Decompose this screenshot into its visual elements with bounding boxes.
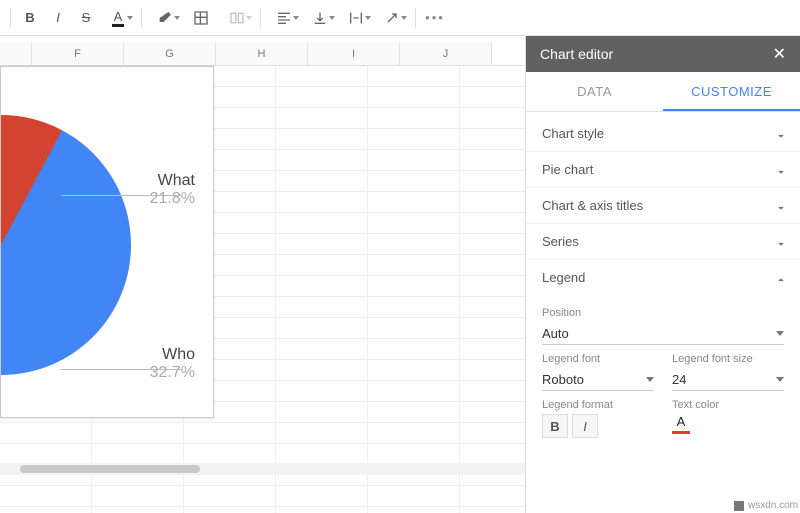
sidebar-header: Chart editor ✕ [526, 36, 800, 72]
scrollbar-thumb[interactable] [20, 465, 200, 473]
merge-cells-button[interactable] [220, 5, 254, 31]
chevron-down-icon [774, 129, 784, 139]
text-color-button[interactable]: A [101, 5, 135, 31]
rotate-icon [384, 10, 400, 26]
pie-chart [0, 115, 131, 375]
position-select[interactable]: Auto [542, 322, 784, 345]
borders-icon [193, 10, 209, 26]
section-pie-chart[interactable]: Pie chart [526, 152, 800, 188]
italic-button[interactable]: I [45, 5, 71, 31]
close-button[interactable]: ✕ [773, 44, 786, 64]
wrap-icon [348, 10, 364, 26]
col-header-h[interactable]: H [216, 42, 308, 65]
section-chart-style[interactable]: Chart style [526, 116, 800, 152]
dropdown-icon [776, 331, 784, 336]
tab-customize[interactable]: CUSTOMIZE [663, 72, 800, 111]
spreadsheet-area[interactable]: F G H I J What 21.8% Who 32.7% [0, 36, 525, 513]
dropdown-icon [646, 377, 654, 382]
legend-font-size-label: Legend font size [672, 353, 784, 365]
column-headers: F G H I J [0, 42, 525, 66]
legend-italic-button[interactable]: I [572, 414, 598, 438]
text-wrap-button[interactable] [339, 5, 373, 31]
data-label-what: What 21.8% [150, 172, 195, 207]
chevron-up-icon [774, 273, 784, 283]
legend-font-size-select[interactable]: 24 [672, 368, 784, 391]
col-header-g[interactable]: G [124, 42, 216, 65]
legend-font-label: Legend font [542, 353, 654, 365]
tab-data[interactable]: DATA [526, 72, 663, 111]
horizontal-scrollbar[interactable] [0, 463, 525, 475]
legend-panel: Position Auto Legend font Roboto Legend … [526, 295, 800, 450]
legend-font-select[interactable]: Roboto [542, 368, 654, 391]
borders-button[interactable] [184, 5, 218, 31]
legend-bold-button[interactable]: B [542, 414, 568, 438]
bold-button[interactable]: B [17, 5, 43, 31]
fill-color-button[interactable] [148, 5, 182, 31]
section-series[interactable]: Series [526, 224, 800, 260]
chevron-down-icon [774, 237, 784, 247]
align-left-icon [276, 10, 292, 26]
chart-editor-sidebar: Chart editor ✕ DATA CUSTOMIZE Chart styl… [525, 36, 800, 513]
v-align-icon [312, 10, 328, 26]
sidebar-title: Chart editor [540, 46, 613, 62]
position-label: Position [542, 307, 784, 319]
watermark: wsxdn.com [734, 500, 798, 511]
text-color-picker[interactable]: A [672, 414, 784, 434]
embedded-chart[interactable]: What 21.8% Who 32.7% [0, 66, 214, 418]
col-header-j[interactable]: J [400, 42, 492, 65]
section-legend[interactable]: Legend [526, 260, 800, 295]
col-header-i[interactable]: I [308, 42, 400, 65]
text-rotate-button[interactable] [375, 5, 409, 31]
h-align-button[interactable] [267, 5, 301, 31]
more-button[interactable]: ••• [422, 5, 448, 31]
section-chart-axis-titles[interactable]: Chart & axis titles [526, 188, 800, 224]
data-label-who: Who 32.7% [150, 346, 195, 381]
legend-format-label: Legend format [542, 399, 654, 411]
strikethrough-button[interactable]: S [73, 5, 99, 31]
formatting-toolbar: B I S A ••• [0, 0, 800, 36]
chevron-down-icon [774, 201, 784, 211]
paint-bucket-icon [157, 10, 173, 26]
chevron-down-icon [774, 165, 784, 175]
dropdown-icon [776, 377, 784, 382]
col-header-f[interactable]: F [32, 42, 124, 65]
color-swatch [672, 431, 690, 434]
text-color-label: Text color [672, 399, 784, 411]
v-align-button[interactable] [303, 5, 337, 31]
merge-icon [229, 10, 245, 26]
